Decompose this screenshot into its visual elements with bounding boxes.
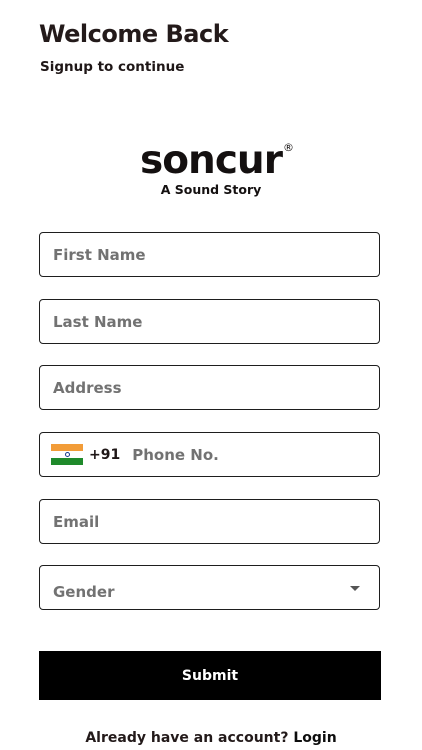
india-flag-icon[interactable] <box>51 443 83 466</box>
login-prompt-text: Already have an account? <box>85 730 289 746</box>
brand-logo: soncur ® A Sound Story <box>0 140 422 198</box>
logo-wordmark: soncur ® <box>140 138 294 183</box>
page-title: Welcome Back <box>39 20 229 48</box>
last-name-input[interactable] <box>40 300 379 343</box>
logo-wordmark-text: soncur <box>140 138 283 183</box>
login-prompt: Already have an account? Login <box>0 728 422 748</box>
first-name-field <box>39 232 380 277</box>
first-name-input[interactable] <box>40 233 379 276</box>
registered-mark: ® <box>282 141 294 154</box>
phone-field: +91 <box>39 432 380 477</box>
page-subtitle: Signup to continue <box>40 59 185 75</box>
login-link[interactable]: Login <box>293 730 336 746</box>
submit-button[interactable]: Submit <box>39 651 381 700</box>
caret-down-icon <box>350 586 360 591</box>
logo-tagline: A Sound Story <box>160 182 262 197</box>
address-input[interactable] <box>40 366 379 409</box>
email-input[interactable] <box>40 500 379 543</box>
country-dial-code[interactable]: +91 <box>89 447 120 463</box>
phone-input[interactable] <box>120 433 379 476</box>
address-field <box>39 365 380 410</box>
gender-select-value: Gender <box>53 583 115 601</box>
email-field <box>39 499 380 544</box>
gender-select[interactable]: Gender <box>39 565 380 610</box>
last-name-field <box>39 299 380 344</box>
